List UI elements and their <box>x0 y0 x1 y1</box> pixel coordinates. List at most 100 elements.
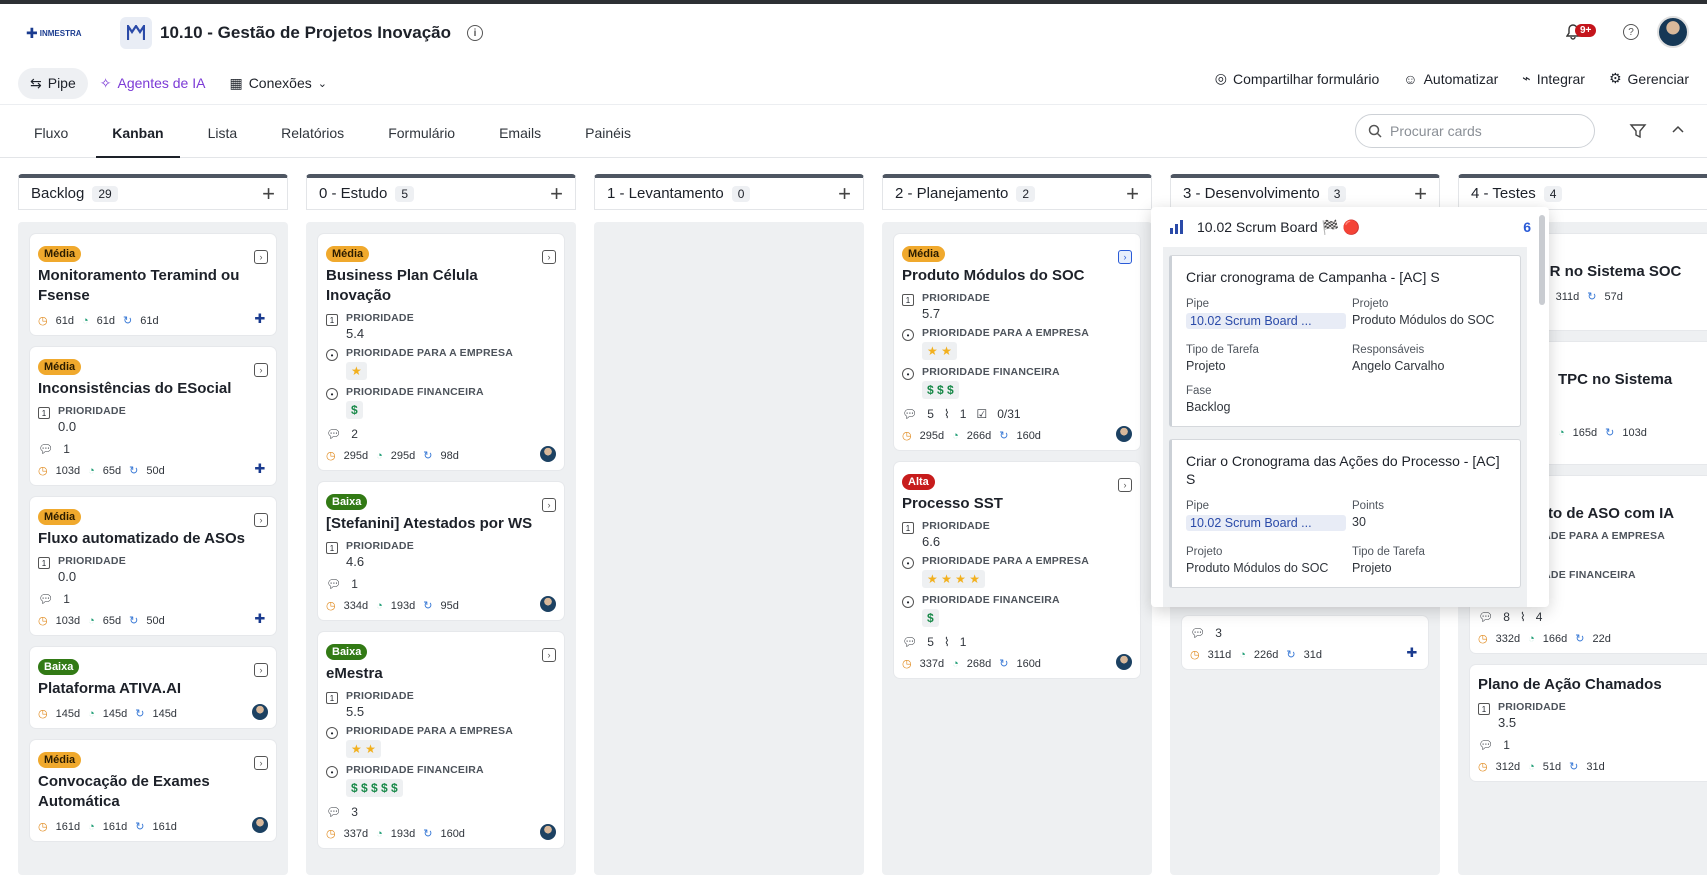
tab-lista[interactable]: Lista <box>192 125 254 157</box>
connected-card[interactable]: Criar o Cronograma das Ações do Processo… <box>1169 439 1521 588</box>
card[interactable]: Média Inconsistências do ESocial › 1 PRIO… <box>30 347 276 485</box>
share-form-button[interactable]: ◎ Compartilhar formulário <box>1215 70 1380 87</box>
automate-button[interactable]: ☺ Automatizar <box>1403 70 1498 87</box>
popover-title[interactable]: 10.02 Scrum Board 🏁 🔴 <box>1197 219 1360 236</box>
manage-button[interactable]: ⚙ Gerenciar <box>1609 70 1689 87</box>
ai-agents-button[interactable]: ✧ Agentes de IA <box>88 68 218 99</box>
open-card-icon[interactable]: › <box>1118 250 1132 264</box>
comment-icon: 💬︎ <box>38 442 54 456</box>
pipe-button[interactable]: ⇆ Pipe <box>18 67 88 99</box>
card[interactable]: 💬︎ 3 ◷ 311d ◔ 226d ↻ 31d ✚ <box>1182 616 1428 669</box>
card[interactable]: Baixa [Stefanini] Atestados por WS › 1 PR… <box>318 482 564 620</box>
tab-kanban[interactable]: Kanban <box>96 125 180 158</box>
add-card-icon[interactable]: + <box>838 181 851 207</box>
open-card-icon[interactable]: › <box>254 756 268 770</box>
date-phase: 193d <box>390 599 416 612</box>
open-card-icon[interactable]: › <box>542 498 556 512</box>
tab-emails[interactable]: Emails <box>483 125 557 157</box>
date-total: 337d <box>343 827 369 840</box>
connected-card-title: Criar o Cronograma das Ações do Processo… <box>1186 453 1500 487</box>
card[interactable]: Média Monitoramento Teramind ou Fsense ›… <box>30 234 276 335</box>
add-card-icon[interactable]: + <box>262 181 275 207</box>
open-card-icon[interactable]: › <box>254 513 268 527</box>
pipe-link[interactable]: 10.02 Scrum Board ... <box>1186 515 1346 531</box>
open-card-icon[interactable]: › <box>1118 478 1132 492</box>
open-card-icon[interactable]: › <box>254 250 268 264</box>
open-card-icon[interactable]: › <box>542 250 556 264</box>
clock-icon: ◷ <box>326 828 336 840</box>
pipe-link[interactable]: 10.02 Scrum Board ... <box>1186 313 1346 329</box>
company-logo[interactable]: ✚ INMESTRA <box>26 23 82 43</box>
notification-count-badge: 9+ <box>1575 24 1597 37</box>
clock-icon: ◷ <box>326 600 336 612</box>
add-card-icon[interactable]: + <box>1126 181 1139 207</box>
date-updated: 31d <box>1586 760 1605 773</box>
phase-clock-icon: ◔ <box>1528 632 1535 645</box>
assignee-avatar[interactable] <box>540 824 556 840</box>
tab-fluxo[interactable]: Fluxo <box>18 125 84 157</box>
add-card-icon[interactable]: + <box>550 181 563 207</box>
card[interactable]: Baixa Plataforma ATIVA.AI › ◷ 145d ◔ 145d ↻ 1… <box>30 647 276 728</box>
tab-formulario[interactable]: Formulário <box>372 125 471 157</box>
radio-field-icon: • <box>326 349 338 361</box>
search-icon <box>1368 124 1382 138</box>
help-icon[interactable]: ? <box>1623 24 1639 40</box>
search-input[interactable]: Procurar cards <box>1390 123 1482 139</box>
comment-icon: 💬︎ <box>902 407 918 421</box>
card[interactable]: Média Produto Módulos do SOC › 1 PRIORIDA… <box>894 234 1140 450</box>
integrate-button[interactable]: ⌁ Integrar <box>1522 70 1585 87</box>
card[interactable]: Média Business Plan Célula Inovação › 1P… <box>318 234 564 470</box>
card[interactable]: Plano de Ação Chamados 1 PRIORIDADE 3.5 💬︎… <box>1470 665 1707 781</box>
connections-button[interactable]: ▦ Conexões ⌄ <box>217 68 339 99</box>
dollar-rating: $ $ $ <box>922 381 959 399</box>
field-label: Tipo de Tarefa <box>1352 546 1425 558</box>
card[interactable]: Média Fluxo automatizado de ASOs › 1 PRIO… <box>30 497 276 635</box>
date-updated: 160d <box>1016 429 1041 442</box>
assignee-avatar[interactable] <box>252 704 268 720</box>
add-card-icon[interactable]: + <box>1414 181 1427 207</box>
paperclip-icon: ⌇ <box>943 407 950 421</box>
user-avatar[interactable] <box>1657 16 1689 48</box>
popover-scrollbar[interactable] <box>1539 215 1545 305</box>
card[interactable]: Baixa eMestra › 1 PRIORIDADE 5.5 • PRIORIDA… <box>318 632 564 848</box>
star-rating: ★ ★ <box>922 342 957 360</box>
date-phase: 266d <box>966 429 992 442</box>
notifications-bell-icon[interactable]: 9+ <box>1563 22 1597 42</box>
field-value: 6.6 <box>922 534 941 549</box>
priority-badge: Alta <box>902 474 935 490</box>
assignee-avatar[interactable] <box>540 596 556 612</box>
chevron-up-icon[interactable] <box>1671 122 1685 136</box>
connected-card[interactable]: Criar cronograma de Campanha - [AC] S Pi… <box>1169 255 1521 427</box>
date-phase: 51d <box>1542 760 1562 773</box>
info-icon[interactable]: i <box>467 25 484 41</box>
card-title: Convocação de Exames Automática <box>38 773 210 810</box>
tab-paineis[interactable]: Painéis <box>569 125 647 157</box>
filter-icon[interactable] <box>1629 122 1647 140</box>
column-levantamento: 1 - Levantamento 0 + <box>594 174 864 875</box>
card[interactable]: Alta Processo SST › 1 PRIORIDADE 6.6 • PRIO… <box>894 462 1140 678</box>
field-label: Points <box>1352 500 1384 512</box>
open-card-icon[interactable]: › <box>542 648 556 662</box>
clock-icon: ◷ <box>1478 761 1488 773</box>
comment-count: 5 <box>927 635 934 649</box>
column-count: 2 <box>1016 185 1036 202</box>
assignee-avatar[interactable] <box>252 817 268 833</box>
assignee-avatar[interactable] <box>1116 426 1132 442</box>
column-count: 5 <box>395 185 415 202</box>
radio-field-icon: • <box>902 557 914 569</box>
card[interactable]: Média Convocação de Exames Automática › … <box>30 740 276 841</box>
tab-relatorios[interactable]: Relatórios <box>265 125 360 157</box>
clock-icon: ◷ <box>1478 633 1488 645</box>
assignee-avatar[interactable] <box>540 446 556 462</box>
priority-badge: Média <box>38 509 82 525</box>
update-icon: ↻ <box>1575 633 1585 645</box>
priority-badge: Média <box>38 752 82 768</box>
assignee-avatar[interactable] <box>1116 654 1132 670</box>
open-card-icon[interactable]: › <box>254 363 268 377</box>
radio-field-icon: • <box>902 596 914 608</box>
open-card-icon[interactable]: › <box>254 663 268 677</box>
number-field-icon: 1 <box>902 294 914 306</box>
date-phase: 145d <box>102 707 128 720</box>
date-phase: 65d <box>102 464 122 477</box>
search-cards-box[interactable]: Procurar cards <box>1355 114 1595 148</box>
